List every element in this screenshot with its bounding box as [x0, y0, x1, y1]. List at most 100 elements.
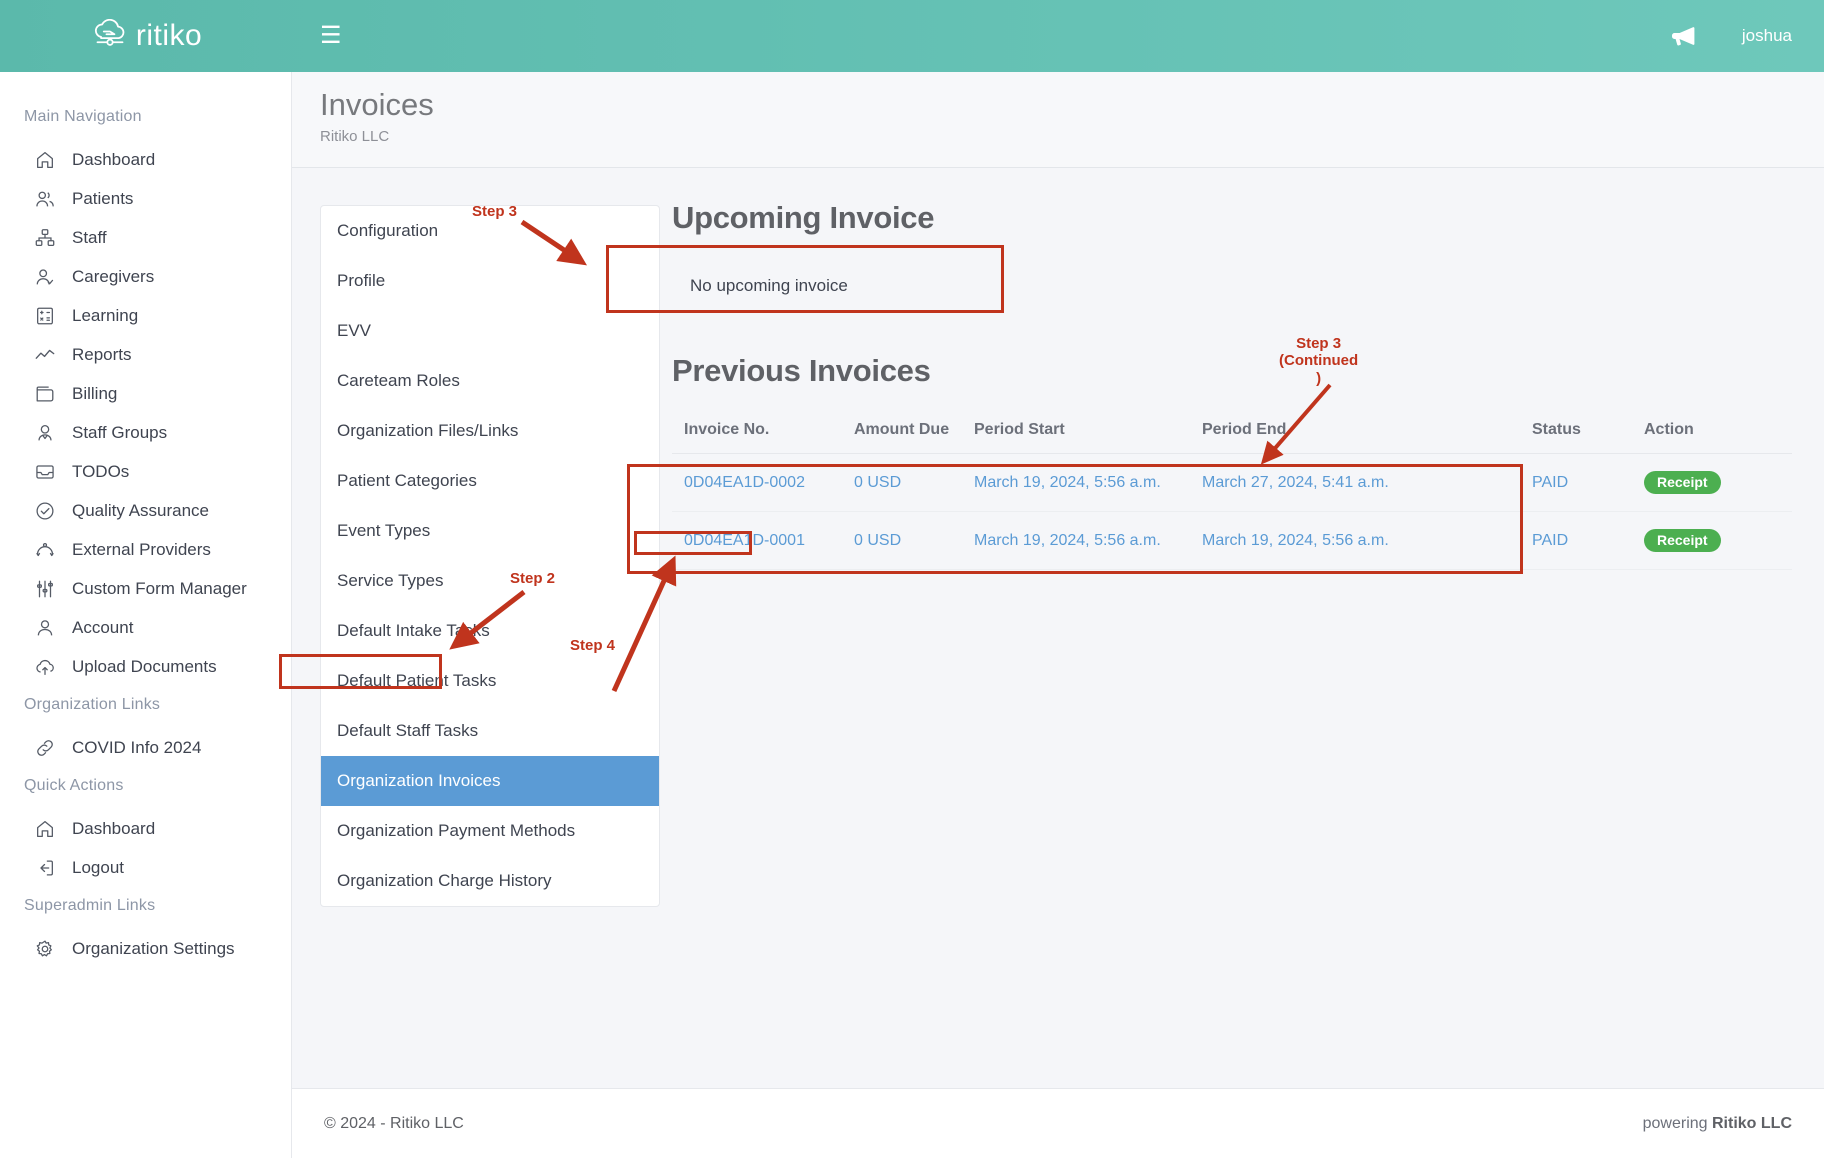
settings-item-service-types[interactable]: Service Types [321, 556, 659, 606]
sidebar-item-logout[interactable]: Logout [0, 848, 291, 887]
main-content: Configuration Profile EVV Careteam Roles… [292, 168, 1824, 1088]
megaphone-icon[interactable] [1670, 25, 1696, 47]
cell-action[interactable]: Receipt [1632, 453, 1792, 512]
annotation-box-invoice-no-0001 [634, 531, 752, 555]
sidebar-item-reports[interactable]: Reports [0, 335, 291, 374]
annotation-label-step2: Step 2 [510, 570, 556, 587]
column-header-status: Status [1520, 409, 1632, 454]
sidebar-item-label: Caregivers [72, 267, 155, 286]
sidebar-item-label: Custom Form Manager [72, 579, 247, 598]
receipt-button[interactable]: Receipt [1644, 529, 1721, 552]
patients-icon [36, 191, 54, 206]
settings-item-organization-invoices[interactable]: Organization Invoices [321, 756, 659, 806]
sidebar-item-label: Learning [72, 306, 139, 325]
sidebar-item-organization-settings[interactable]: Organization Settings [0, 929, 291, 968]
column-header-amount-due: Amount Due [842, 409, 962, 454]
footer-powering: powering Ritiko LLC [1643, 1115, 1792, 1133]
status-badge: PAID [1520, 453, 1632, 512]
sidebar-item-label: Billing [72, 384, 118, 403]
username-label[interactable]: joshua [1742, 26, 1792, 46]
annotation-label-step3-continued: Step 3 (Continued ) [1279, 335, 1359, 387]
sidebar-item-quality-assurance[interactable]: Quality Assurance [0, 491, 291, 530]
annotation-label-step4: Step 4 [570, 637, 616, 654]
home-icon [37, 151, 53, 168]
column-header-action: Action [1632, 409, 1792, 454]
sidebar-item-learning[interactable]: Learning [0, 296, 291, 335]
sidebar-item-label: Patients [72, 189, 134, 208]
sidebar-item-account[interactable]: Account [0, 608, 291, 647]
sidebar-item-label: Logout [72, 858, 124, 877]
sidebar-item-patients[interactable]: Patients [0, 179, 291, 218]
status-badge: PAID [1520, 511, 1632, 570]
sidebar-item-label: Staff [72, 228, 107, 247]
footer-powering-brand: Ritiko LLC [1712, 1114, 1792, 1132]
settings-item-organization-charge-history[interactable]: Organization Charge History [321, 856, 659, 906]
logout-icon [40, 859, 53, 876]
sidebar-item-quick-dashboard[interactable]: Dashboard [0, 809, 291, 848]
receipt-button[interactable]: Receipt [1644, 471, 1721, 494]
sidebar-item-staff[interactable]: Staff [0, 218, 291, 257]
home-icon [37, 820, 53, 837]
brand-logo-area[interactable]: ritiko [0, 0, 292, 72]
settings-item-patient-categories[interactable]: Patient Categories [321, 456, 659, 506]
annotation-box-organization-invoices [279, 654, 442, 689]
sidebar-item-todos[interactable]: TODOs [0, 452, 291, 491]
settings-item-default-staff-tasks[interactable]: Default Staff Tasks [321, 706, 659, 756]
annotation-box-upcoming-invoice [606, 245, 1004, 313]
cell-action[interactable]: Receipt [1632, 511, 1792, 570]
settings-item-careteam-roles[interactable]: Careteam Roles [321, 356, 659, 406]
top-bar: ritiko ☰ joshua [0, 0, 1824, 72]
sidebar-item-upload-documents[interactable]: Upload Documents [0, 647, 291, 686]
sidebar-item-label: Organization Settings [72, 939, 235, 958]
sidebar-item-billing[interactable]: Billing [0, 374, 291, 413]
network-icon [36, 542, 54, 556]
footer-copyright: © 2024 - Ritiko LLC [324, 1114, 464, 1132]
link-icon [37, 739, 53, 756]
check-circle-icon [36, 501, 54, 520]
sidebar-item-label: Upload Documents [72, 657, 217, 676]
sidebar-item-label: COVID Info 2024 [72, 738, 202, 757]
sidebar-item-label: Quality Assurance [72, 501, 210, 520]
sidebar-item-caregivers[interactable]: Caregivers [0, 257, 291, 296]
sidebar-item-label: TODOs [72, 462, 130, 481]
sidebar-item-label: Account [72, 618, 134, 637]
brand-name: ritiko [135, 19, 203, 52]
table-header-row: Invoice No. Amount Due Period Start Peri… [672, 409, 1792, 454]
user-check-icon [36, 268, 54, 284]
sidebar-item-external-providers[interactable]: External Providers [0, 530, 291, 569]
column-header-invoice-no: Invoice No. [672, 409, 842, 454]
sidebar-item-covid-info-2024[interactable]: COVID Info 2024 [0, 728, 291, 767]
annotation-box-invoices-rows [627, 464, 1523, 574]
footer-powering-prefix: powering [1642, 1114, 1712, 1132]
column-header-period-start: Period Start [962, 409, 1190, 454]
sidebar-section-quick-actions: Quick Actions [24, 777, 124, 794]
sliders-icon [37, 580, 53, 597]
sidebar-section-superadmin-links: Superadmin Links [24, 897, 156, 914]
sidebar-item-custom-form-manager[interactable]: Custom Form Manager [0, 569, 291, 608]
page-title: Invoices [320, 87, 434, 122]
user-icon [37, 619, 53, 635]
previous-invoices-heading: Previous Invoices [672, 353, 931, 388]
sidebar: Main Navigation Dashboard Patients Staff [0, 72, 292, 1158]
application-window: ritiko ☰ joshua Main Navigation Dashboar… [0, 0, 1824, 1158]
column-header-period-end: Period End [1190, 409, 1520, 454]
cloud-logo-icon [94, 19, 125, 46]
settings-item-event-types[interactable]: Event Types [321, 506, 659, 556]
sidebar-item-staff-groups[interactable]: Staff Groups [0, 413, 291, 452]
sidebar-item-label: Dashboard [72, 819, 156, 838]
settings-item-organization-payment-methods[interactable]: Organization Payment Methods [321, 806, 659, 856]
calculator-icon [37, 307, 53, 324]
sidebar-item-label: External Providers [72, 540, 211, 559]
sidebar-section-main-navigation: Main Navigation [24, 108, 142, 125]
annotation-label-step3: Step 3 [472, 203, 518, 220]
settings-item-evv[interactable]: EVV [321, 306, 659, 356]
sidebar-item-dashboard[interactable]: Dashboard [0, 140, 291, 179]
settings-item-organization-files-links[interactable]: Organization Files/Links [321, 406, 659, 456]
hamburger-icon[interactable]: ☰ [320, 24, 342, 48]
sidebar-item-label: Reports [72, 345, 132, 364]
page-footer: © 2024 - Ritiko LLC powering Ritiko LLC [292, 1088, 1824, 1158]
page-subtitle: Ritiko LLC [320, 128, 390, 146]
sidebar-item-label: Staff Groups [72, 423, 168, 442]
line-chart-icon [35, 349, 55, 359]
sidebar-item-label: Dashboard [72, 150, 156, 169]
